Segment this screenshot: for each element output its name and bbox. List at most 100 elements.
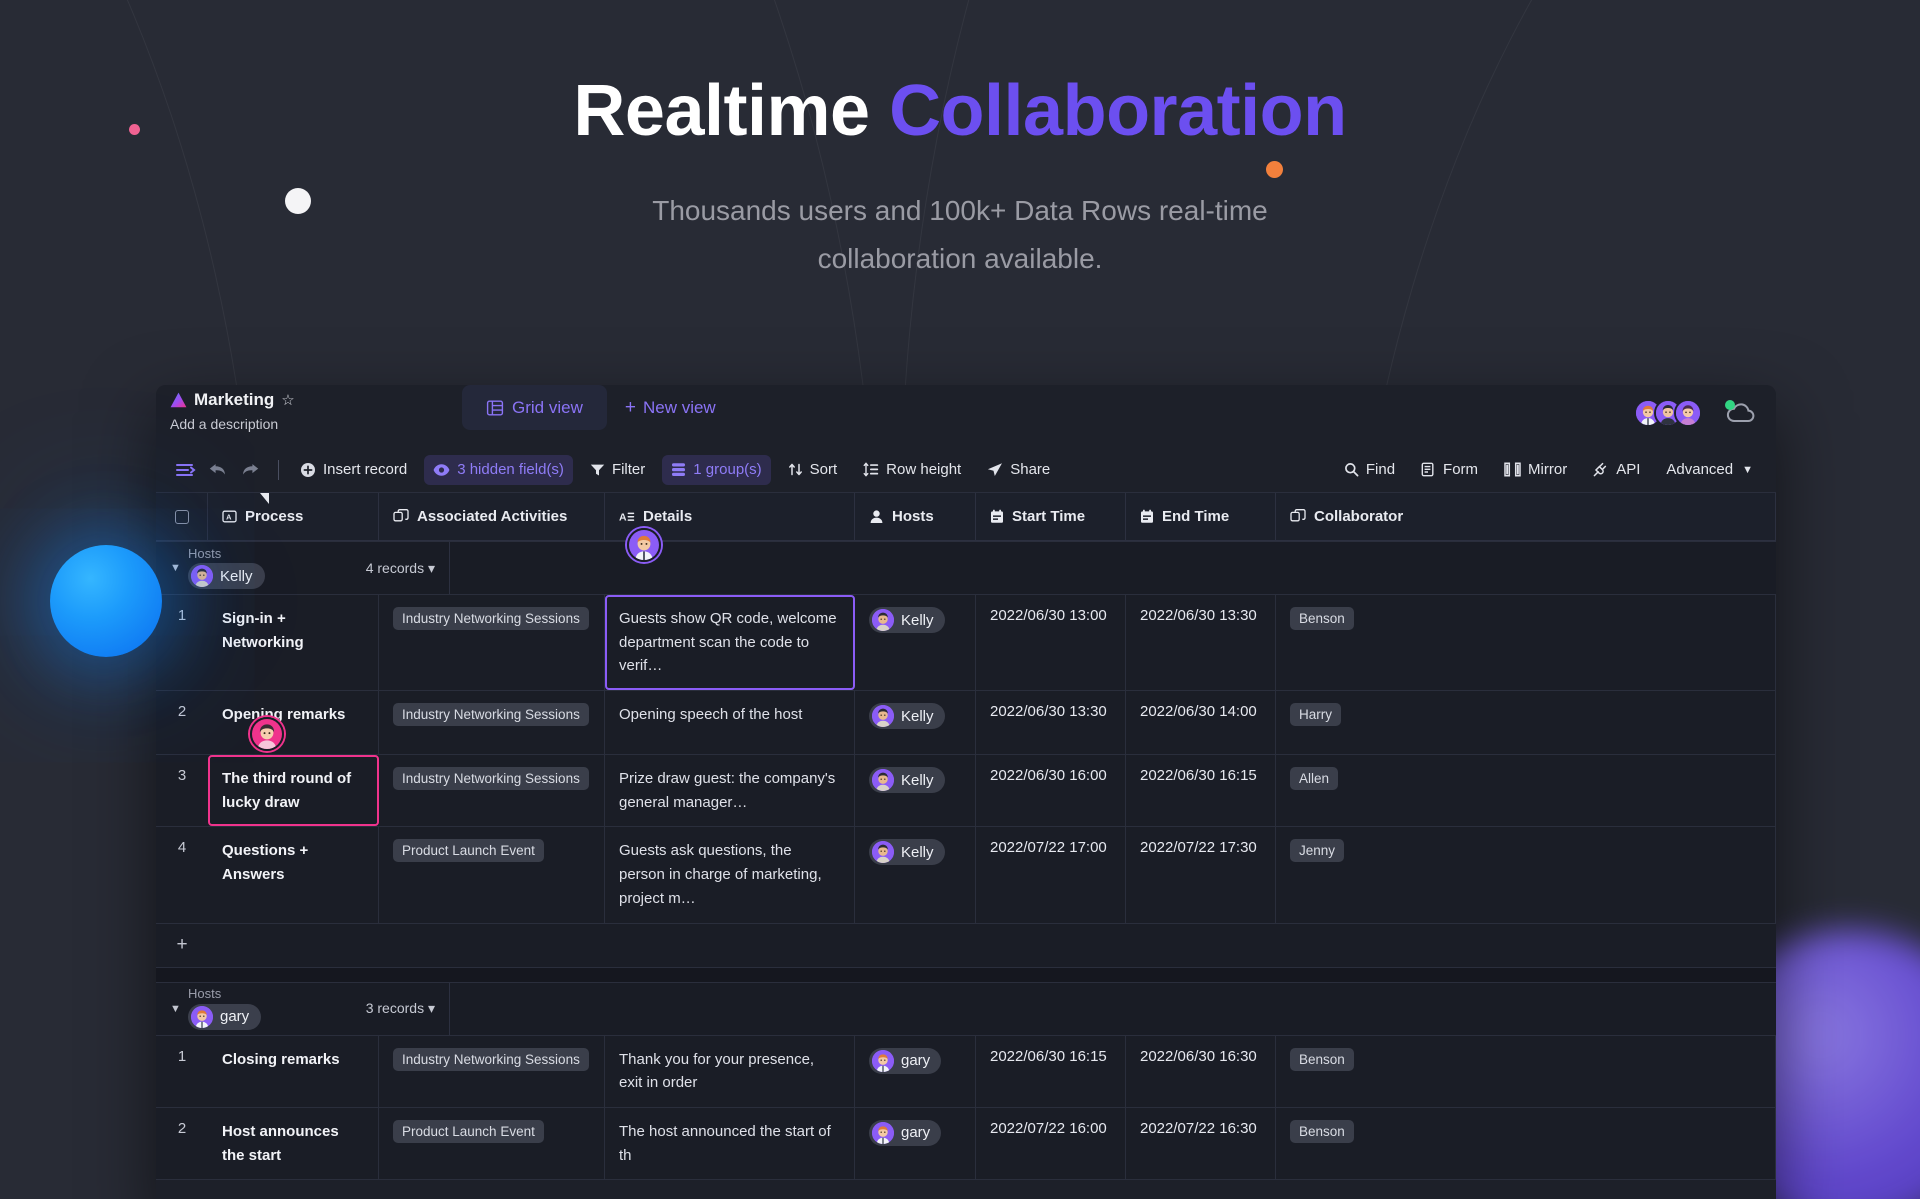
filter-button[interactable]: Filter [581,455,654,485]
cell-start-time[interactable]: 2022/06/30 13:30 [976,691,1126,755]
cell-details[interactable]: Guests show QR code, welcome department … [605,595,855,691]
cell-end-time[interactable]: 2022/06/30 16:15 [1126,755,1276,827]
cell-associated-activities[interactable]: Industry Networking Sessions [379,595,605,691]
cell-hosts[interactable]: gary [855,1035,976,1107]
cell-collaborator[interactable]: Allen [1276,755,1776,827]
cell-details[interactable]: Guests ask questions, the person in char… [605,827,855,923]
cell-process[interactable]: Opening remarks [208,691,379,755]
cell-details[interactable]: Opening speech of the host [605,691,855,755]
status-dot [1725,400,1735,410]
cell-end-time[interactable]: 2022/06/30 14:00 [1126,691,1276,755]
column-header-associated-activities[interactable]: Associated Activities [379,493,605,540]
cell-collaborator[interactable]: Benson [1276,1107,1776,1180]
group-label: 1 group(s) [693,461,762,478]
cell-start-time[interactable]: 2022/07/22 17:00 [976,827,1126,923]
api-button[interactable]: API [1584,455,1649,485]
header-right-area [1634,399,1758,427]
table-row[interactable]: 1 Sign-in + Networking Industry Networki… [156,595,1776,692]
star-icon[interactable]: ☆ [281,393,294,408]
find-button[interactable]: Find [1335,455,1404,485]
cell-associated-activities[interactable]: Industry Networking Sessions [379,1035,605,1107]
column-header-start-time[interactable]: Start Time [976,493,1126,540]
mirror-button[interactable]: Mirror [1495,455,1576,485]
group-field-label: Hosts [188,986,222,1002]
plus-icon[interactable]: + [156,934,208,956]
cell-details[interactable]: Prize draw guest: the company's general … [605,755,855,827]
redo-icon[interactable] [234,455,266,485]
column-header-collaborator[interactable]: Collaborator [1276,493,1776,540]
member-icon [870,510,883,523]
group-record-count[interactable]: 4 records ▾ [366,560,435,577]
new-view-button[interactable]: + New view [611,398,730,418]
avatar [872,769,894,792]
checkbox-icon [174,509,189,524]
collaborator-avatars[interactable] [1634,399,1702,427]
cell-process-text: Opening remarks [222,706,346,724]
workbench-description[interactable]: Add a description [170,416,295,432]
group-field-label: Hosts [188,545,222,561]
cell-hosts[interactable]: gary [855,1107,976,1180]
cell-end-time[interactable]: 2022/06/30 13:30 [1126,595,1276,691]
group-header[interactable]: ▼ Hosts gary 3 records ▾ [156,981,1776,1036]
column-header-process[interactable]: A Process [208,493,379,540]
cell-details[interactable]: The host announced the start of th [605,1107,855,1180]
cell-hosts[interactable]: Kelly [855,691,976,755]
group-header-left[interactable]: ▼ Hosts Kelly 4 records ▾ [156,542,450,594]
chevron-down-icon[interactable]: ▼ [170,562,188,574]
cell-associated-activities[interactable]: Product Launch Event [379,827,605,923]
cell-start-time[interactable]: 2022/06/30 13:00 [976,595,1126,691]
sort-button[interactable]: Sort [779,455,847,485]
cell-process[interactable]: Questions + Answers [208,827,379,923]
form-button[interactable]: Form [1412,455,1487,485]
sort-label: Sort [809,461,838,478]
cell-process[interactable]: Closing remarks [208,1035,379,1107]
cell-hosts[interactable]: Kelly [855,827,976,923]
cell-collaborator[interactable]: Benson [1276,595,1776,691]
sidebar-toggle-icon[interactable] [170,455,202,485]
row-index: 4 [177,839,187,857]
cell-collaborator[interactable]: Benson [1276,1035,1776,1107]
cell-start-time[interactable]: 2022/07/22 16:00 [976,1107,1126,1180]
cell-process[interactable]: Sign-in + Networking [208,595,379,691]
avatar[interactable] [1674,399,1702,427]
table-row[interactable]: 4 Questions + Answers Product Launch Eve… [156,827,1776,924]
avatar [872,1121,894,1144]
cell-start-time[interactable]: 2022/06/30 16:00 [976,755,1126,827]
cloud-sync-icon[interactable] [1724,400,1758,425]
cell-hosts[interactable]: Kelly [855,595,976,691]
cell-process[interactable]: The third round of lucky draw [208,755,379,827]
add-record-row[interactable]: + [156,923,1776,968]
cell-associated-activities[interactable]: Industry Networking Sessions [379,691,605,755]
cell-collaborator[interactable]: Jenny [1276,827,1776,923]
table-row[interactable]: 2 Host announces the start Product Launc… [156,1107,1776,1181]
cell-start-time[interactable]: 2022/06/30 16:15 [976,1035,1126,1107]
cell-collaborator[interactable]: Harry [1276,691,1776,755]
hidden-fields-button[interactable]: 3 hidden field(s) [424,454,573,485]
row-height-button[interactable]: Row height [854,455,970,485]
cell-associated-activities[interactable]: Product Launch Event [379,1107,605,1180]
chevron-down-icon[interactable]: ▼ [170,1003,188,1015]
column-header-hosts[interactable]: Hosts [855,493,976,540]
share-button[interactable]: Share [978,455,1059,485]
insert-record-button[interactable]: Insert record [291,455,416,485]
tab-grid-view[interactable]: Grid view [462,385,607,430]
cell-end-time[interactable]: 2022/06/30 16:30 [1126,1035,1276,1107]
table-row[interactable]: 1 Closing remarks Industry Networking Se… [156,1035,1776,1108]
table-row[interactable]: 2 Opening remarks Industry Networking Se… [156,691,1776,756]
cell-end-time[interactable]: 2022/07/22 17:30 [1126,827,1276,923]
cell-associated-activities[interactable]: Industry Networking Sessions [379,755,605,827]
group-header[interactable]: ▼ Hosts Kelly 4 records ▾ [156,528,1776,595]
advanced-button[interactable]: Advanced ▼ [1657,455,1762,485]
cell-details[interactable]: Thank you for your presence, exit in ord… [605,1035,855,1107]
group-header-left[interactable]: ▼ Hosts gary 3 records ▾ [156,982,450,1035]
cell-hosts[interactable]: Kelly [855,755,976,827]
group-record-count[interactable]: 3 records ▾ [366,1000,435,1017]
undo-icon[interactable] [202,455,234,485]
select-all-checkbox[interactable] [156,493,208,540]
column-header-end-time[interactable]: End Time [1126,493,1276,540]
group-button[interactable]: 1 group(s) [662,454,771,485]
cell-end-time[interactable]: 2022/07/22 16:30 [1126,1107,1276,1180]
group-record-count-label: 3 records [365,1000,425,1016]
table-row[interactable]: 3 The third round of lucky draw Industry… [156,755,1776,828]
cell-process[interactable]: Host announces the start [208,1107,379,1180]
